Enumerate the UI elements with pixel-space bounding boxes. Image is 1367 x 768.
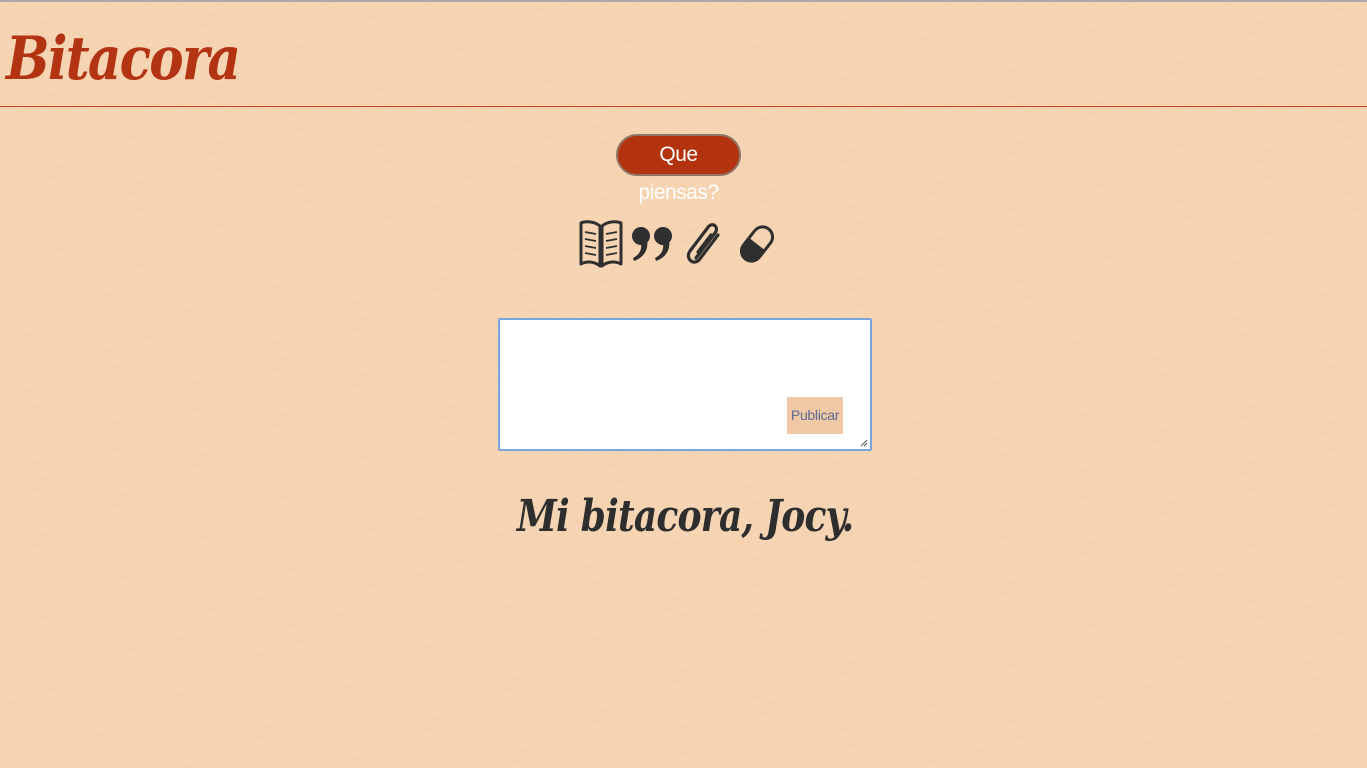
publish-button[interactable]: Publicar [787,397,843,434]
paperclip-icon[interactable] [682,218,728,270]
pill-icon[interactable] [734,218,780,270]
post-type-icon-bar [578,218,778,270]
brand-title[interactable]: Bitacora [6,24,241,94]
resize-handle-icon[interactable] [860,439,868,447]
post-composer: Publicar [498,318,872,451]
signature-text: Mi bitacora, Jocy. [0,482,1367,552]
site-header: Bitacora [0,2,1367,107]
quote-icon[interactable] [630,218,676,270]
what-do-you-think-button[interactable]: Que piensas? [616,134,741,204]
signature-label: Mi bitacora, Jocy. [517,491,854,542]
open-book-icon[interactable] [578,218,624,270]
